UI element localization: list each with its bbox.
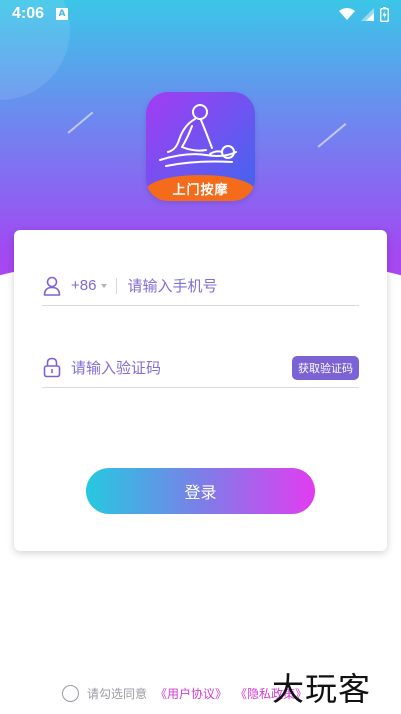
login-card: +86 获取验证码 登录 [14, 230, 387, 551]
login-button[interactable]: 登录 [86, 468, 315, 514]
phone-field-row: +86 [42, 266, 359, 306]
country-code[interactable]: +86 [71, 277, 96, 294]
user-icon [42, 275, 62, 297]
logo-banner: 上门按摩 [146, 175, 255, 201]
decorative-streak [317, 123, 347, 148]
agreement-row: 请勾选同意 《用户协议》 《隐私政策》 [62, 682, 307, 704]
get-code-button[interactable]: 获取验证码 [292, 355, 359, 380]
verification-code-input[interactable] [71, 352, 271, 383]
phone-input[interactable] [127, 270, 348, 301]
user-agreement-link[interactable]: 《用户协议》 [155, 685, 227, 702]
logo-text: 上门按摩 [172, 182, 229, 198]
divider [116, 277, 118, 294]
lock-icon [42, 357, 62, 379]
wifi-icon [339, 7, 355, 20]
chevron-down-icon[interactable] [101, 283, 108, 288]
agreement-checkbox[interactable] [62, 684, 79, 702]
status-bar: 4:06 A [0, 0, 401, 28]
decorative-streak [67, 111, 93, 134]
app-logo: 上门按摩 [146, 92, 255, 201]
battery-icon [380, 6, 389, 22]
notification-icon: A [56, 8, 69, 20]
signal-icon [361, 7, 374, 21]
code-field-row: 获取验证码 [42, 348, 359, 388]
agreement-text: 请勾选同意 [87, 686, 148, 701]
status-time: 4:06 [12, 5, 45, 22]
watermark-logo: 大玩客 [272, 670, 372, 708]
